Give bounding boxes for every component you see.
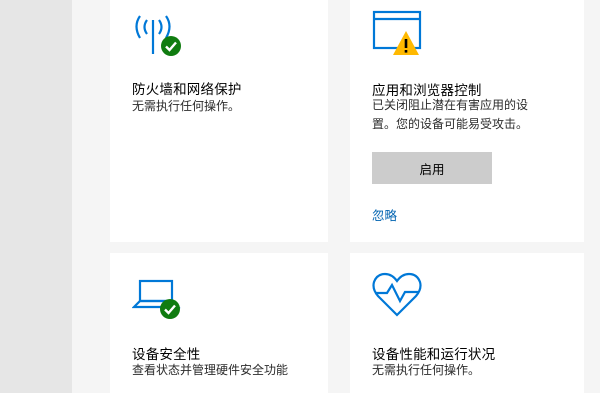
tile-app-browser-control[interactable]: 应用和浏览器控制 已关闭阻止潜在有害应用的设 置。您的设备可能易受攻击。 启用 … — [350, 0, 584, 242]
tile-title: 设备性能和运行状况 — [372, 347, 496, 363]
tile-description: 查看状态并管理硬件安全功能 — [132, 363, 289, 377]
security-center-page: 防火墙和网络保护 无需执行任何操作。 应用和浏览器控制 已关闭阻止潜在有害应用的… — [0, 0, 600, 393]
tile-status-text-line1: 已关闭阻止潜在有害应用的设 — [372, 98, 529, 112]
tile-device-security[interactable]: 设备安全性 查看状态并管理硬件安全功能 — [110, 253, 328, 393]
tile-device-performance-health[interactable]: 设备性能和运行状况 无需执行任何操作。 — [350, 253, 584, 393]
check-circle-icon — [160, 299, 180, 319]
dismiss-link[interactable]: 忽略 — [372, 205, 397, 224]
tile-status-text: 无需执行任何操作。 — [132, 99, 241, 113]
tile-status-text-line2: 置。您的设备可能易受攻击。 — [372, 117, 529, 131]
heart-pulse-icon — [372, 272, 422, 317]
turn-on-button[interactable]: 启用 — [372, 152, 492, 184]
tile-firewall[interactable]: 防火墙和网络保护 无需执行任何操作。 — [110, 0, 328, 242]
tile-title: 防火墙和网络保护 — [132, 82, 242, 98]
tile-title: 设备安全性 — [132, 347, 201, 363]
tile-status-text: 无需执行任何操作。 — [372, 363, 481, 377]
navigation-rail — [0, 0, 72, 393]
check-circle-icon — [161, 36, 181, 56]
warning-triangle-icon — [393, 31, 419, 55]
